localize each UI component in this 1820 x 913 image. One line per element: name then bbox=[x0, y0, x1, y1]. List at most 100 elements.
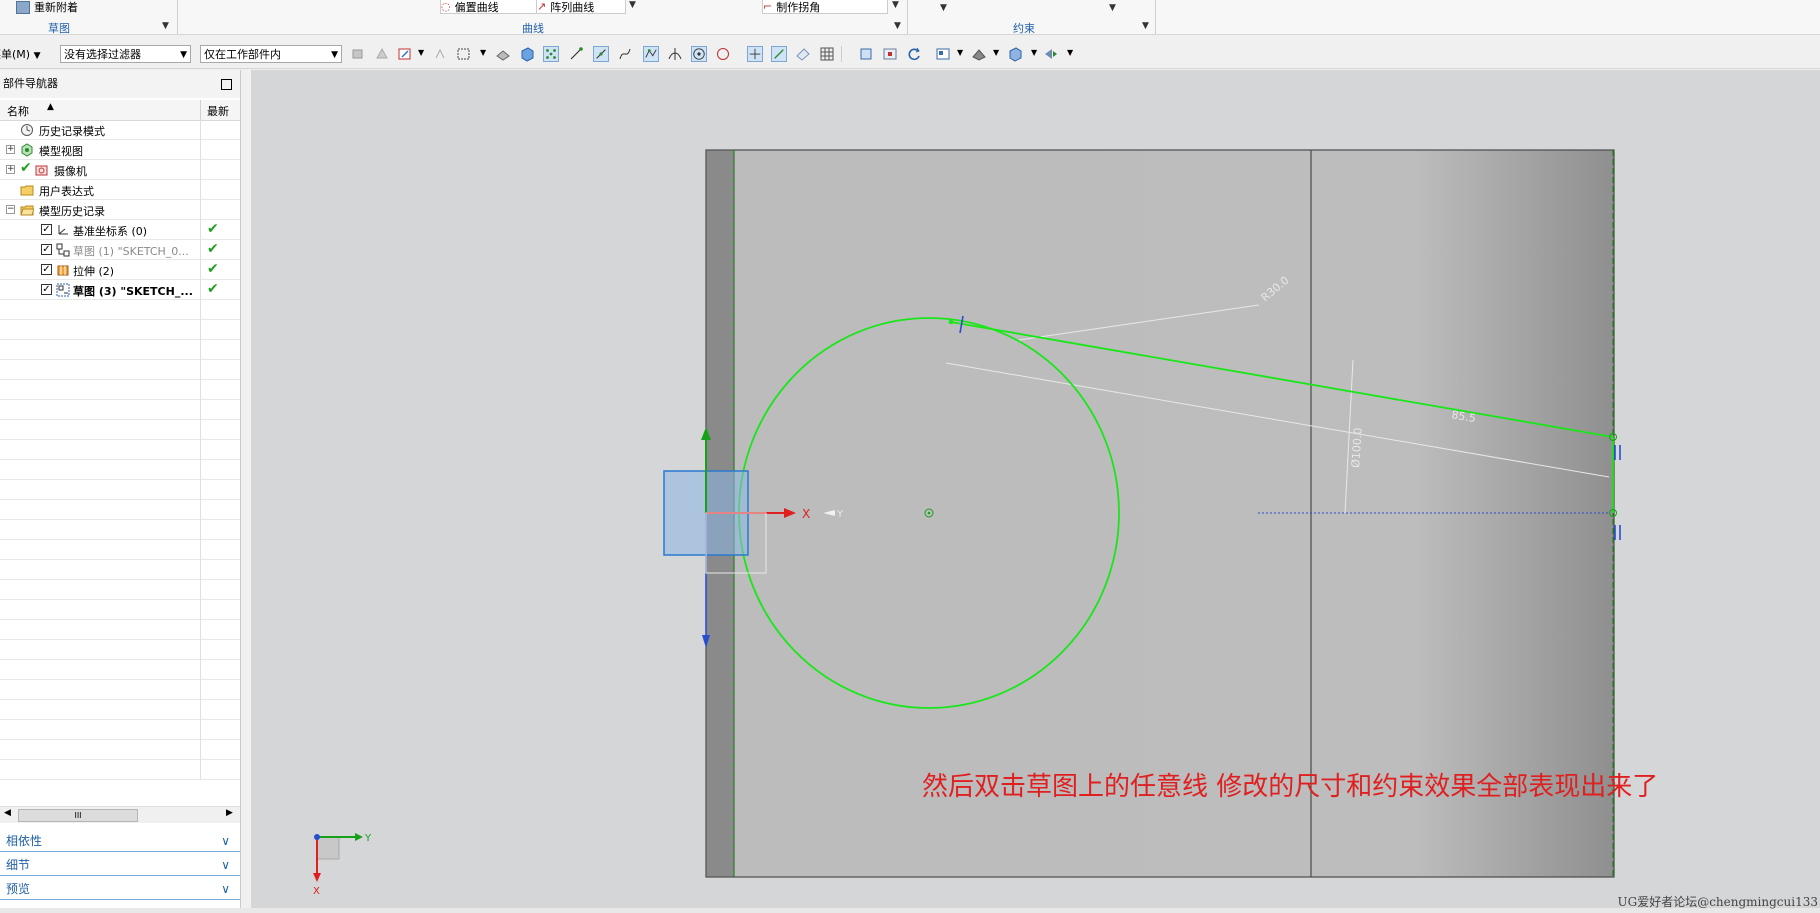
triad-x-label: X bbox=[313, 886, 320, 897]
column-divider bbox=[200, 140, 201, 160]
rectangle-select-icon[interactable] bbox=[456, 46, 472, 62]
empty-row bbox=[0, 380, 240, 400]
empty-row bbox=[0, 420, 240, 440]
feature-checkbox[interactable]: ✓ bbox=[41, 264, 52, 275]
tree-item-sketch-3[interactable]: ✓ 草图 (3) "SKETCH_... ✔ bbox=[0, 280, 240, 300]
snap-point-icon[interactable] bbox=[432, 46, 448, 62]
make-corner-button[interactable]: ⌐ 制作拐角 bbox=[762, 0, 888, 14]
horizontal-scrollbar[interactable]: ◀ III ▶ bbox=[0, 806, 240, 823]
rotate-icon[interactable] bbox=[906, 46, 922, 62]
column-divider bbox=[200, 120, 201, 140]
details-panel[interactable]: 细节 ∨ bbox=[0, 854, 240, 876]
model-views-icon bbox=[21, 143, 33, 157]
sort-ascending-icon: ▲ bbox=[47, 102, 54, 112]
more-edit-dropdown-icon[interactable]: ▼ bbox=[892, 0, 899, 10]
tree-item-history-mode[interactable]: 历史记录模式 bbox=[0, 120, 240, 140]
snap-point-on-face-icon[interactable] bbox=[795, 46, 811, 62]
scrollbar-thumb[interactable]: III bbox=[18, 809, 138, 822]
tree-item-model-history[interactable]: − 模型历史记录 bbox=[0, 200, 240, 220]
snap-intersection-icon[interactable] bbox=[643, 46, 659, 62]
feature-checkbox[interactable]: ✓ bbox=[41, 224, 52, 235]
snap-arc-center-icon[interactable] bbox=[691, 46, 707, 62]
view-orientation-dropdown-icon[interactable]: ▼ bbox=[957, 48, 963, 57]
selection-scope-select[interactable]: 仅在工作部件内 ▼ bbox=[200, 45, 342, 63]
grid-icon[interactable] bbox=[819, 46, 835, 62]
select-dropdown-icon[interactable]: ▼ bbox=[418, 48, 424, 57]
curve-group-dropdown-icon[interactable]: ▼ bbox=[894, 21, 901, 31]
pattern-curve-button[interactable]: ↗ 阵列曲线 bbox=[536, 0, 626, 14]
tree-item-extrude[interactable]: ✓ 拉伸 (2) ✔ bbox=[0, 260, 240, 280]
selection-filter-select[interactable]: 没有选择过滤器 ▼ bbox=[60, 45, 191, 63]
preview-panel[interactable]: 预览 ∨ bbox=[0, 878, 240, 900]
zoom-icon[interactable] bbox=[882, 46, 898, 62]
column-divider bbox=[200, 720, 201, 740]
circle-center-dot bbox=[927, 511, 931, 515]
view-orientation-icon[interactable] bbox=[935, 46, 951, 62]
snap-tangent-icon[interactable] bbox=[667, 46, 683, 62]
tangent-point[interactable] bbox=[948, 319, 954, 325]
fit-view-icon[interactable] bbox=[858, 46, 874, 62]
empty-row bbox=[0, 300, 240, 320]
scroll-right-icon[interactable]: ▶ bbox=[226, 808, 233, 818]
background-dropdown-icon[interactable]: ▼ bbox=[1031, 48, 1037, 57]
more-curve-dropdown-icon[interactable]: ▼ bbox=[629, 0, 636, 10]
collapse-icon[interactable]: − bbox=[6, 205, 15, 214]
up-to-date-check-icon: ✔ bbox=[207, 261, 219, 277]
tree-item-sketch-1[interactable]: ✓ 草图 (1) "SKETCH_0... ✔ bbox=[0, 240, 240, 260]
section-dropdown-icon[interactable]: ▼ bbox=[1067, 48, 1073, 57]
snap-control-point-icon[interactable] bbox=[617, 46, 633, 62]
snap-point-on-line-icon[interactable] bbox=[771, 46, 787, 62]
offset-curve-icon: ◌ bbox=[441, 0, 451, 13]
expand-icon[interactable]: + bbox=[6, 165, 15, 174]
column-divider bbox=[200, 180, 201, 200]
column-divider bbox=[200, 400, 201, 420]
menu-button[interactable]: 菜单(M) ▼ bbox=[0, 46, 41, 62]
select-feature-icon[interactable] bbox=[350, 46, 366, 62]
vertical-constraint-icon[interactable] bbox=[1614, 445, 1621, 540]
column-header-name[interactable]: 名称 bbox=[7, 103, 29, 119]
tree-item-user-expressions[interactable]: 用户表达式 bbox=[0, 180, 240, 200]
render-style-icon[interactable] bbox=[971, 46, 987, 62]
reattach-button[interactable]: 重新附着 bbox=[16, 0, 78, 14]
select-mode-dropdown-icon[interactable]: ▼ bbox=[480, 48, 486, 57]
constraint-option2-dropdown-icon[interactable]: ▼ bbox=[1109, 3, 1116, 13]
folder-icon bbox=[20, 185, 34, 196]
sketch-group-dropdown-icon[interactable]: ▼ bbox=[162, 21, 169, 31]
empty-row bbox=[0, 720, 240, 740]
feature-checkbox[interactable]: ✓ bbox=[41, 244, 52, 255]
render-style-dropdown-icon[interactable]: ▼ bbox=[993, 48, 999, 57]
snap-midpoint-icon[interactable] bbox=[593, 46, 609, 62]
constraint-option-dropdown-icon[interactable]: ▼ bbox=[940, 3, 947, 13]
graphics-viewport[interactable]: R30.0 Ø100.0 85.5 X Y Y X 然后双击草图上的任意线 修改… bbox=[251, 70, 1820, 908]
navigator-header: 名称 ▲ 最新 bbox=[0, 100, 240, 121]
select-body-icon[interactable] bbox=[374, 46, 390, 62]
column-divider bbox=[200, 420, 201, 440]
up-to-date-check-icon: ✔ bbox=[207, 241, 219, 257]
select-sketch-icon[interactable] bbox=[397, 46, 413, 62]
constraint-group-dropdown-icon[interactable]: ▼ bbox=[1142, 21, 1149, 31]
edit-section-icon[interactable] bbox=[1043, 46, 1059, 62]
tree-item-datum-csys[interactable]: ✓ 基准坐标系 (0) ✔ bbox=[0, 220, 240, 240]
expand-icon[interactable]: + bbox=[6, 145, 15, 154]
dependencies-panel[interactable]: 相依性 ∨ bbox=[0, 830, 240, 852]
offset-curve-button[interactable]: ◌ 偏置曲线 bbox=[440, 0, 537, 14]
scroll-left-icon[interactable]: ◀ bbox=[4, 808, 11, 818]
face-select-icon[interactable] bbox=[495, 46, 511, 62]
visible-check-icon[interactable]: ✔ bbox=[20, 160, 32, 176]
tree-item-camera[interactable]: + ✔ 摄像机 bbox=[0, 160, 240, 180]
empty-row bbox=[0, 580, 240, 600]
snap-quadrant-icon[interactable] bbox=[715, 46, 731, 62]
column-header-latest[interactable]: 最新 bbox=[207, 103, 229, 119]
active-sketch-icon bbox=[56, 283, 70, 297]
tree-item-model-views[interactable]: + 模型视图 bbox=[0, 140, 240, 160]
snap-point-on-curve-icon[interactable] bbox=[747, 46, 763, 62]
snap-control-points-icon[interactable] bbox=[543, 46, 559, 62]
solid-body-icon[interactable] bbox=[519, 46, 535, 62]
column-divider bbox=[200, 480, 201, 500]
maximize-icon[interactable] bbox=[221, 79, 232, 90]
snap-endpoint-icon[interactable] bbox=[568, 46, 584, 62]
feature-checkbox[interactable]: ✓ bbox=[41, 284, 52, 295]
group-separator bbox=[907, 0, 908, 34]
view-triad[interactable] bbox=[313, 833, 363, 882]
background-icon[interactable] bbox=[1007, 46, 1023, 62]
